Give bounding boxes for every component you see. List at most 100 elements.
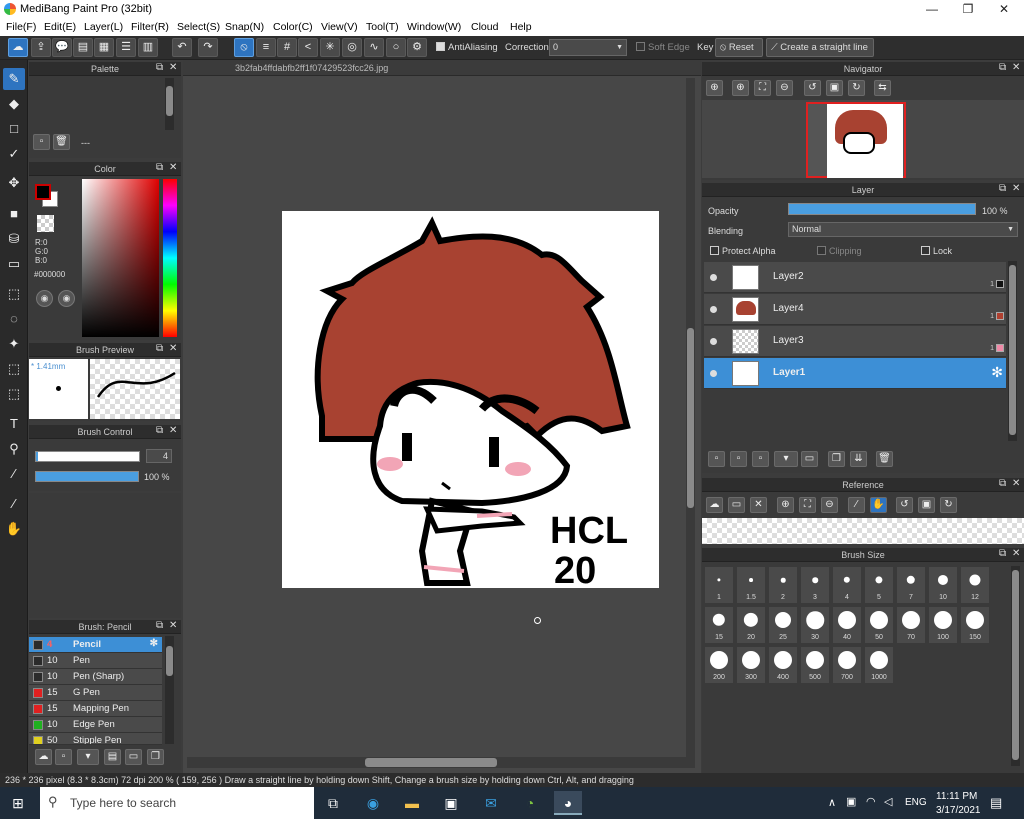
popout-icon[interactable]: ⧉ xyxy=(156,343,163,354)
add-brush-icon[interactable]: ▾ xyxy=(77,749,99,765)
hand-tool-icon[interactable]: ✋ xyxy=(3,518,25,540)
new-layer-1bit-icon[interactable]: ▫ xyxy=(752,451,769,467)
file-explorer-icon[interactable]: ▬ xyxy=(398,791,426,815)
bucket-tool-icon[interactable]: ⛁ xyxy=(3,228,25,250)
brush-size-value[interactable]: 4 xyxy=(146,449,172,463)
brush-tool-icon[interactable]: ✎ xyxy=(3,68,25,90)
search-box[interactable]: ⚲ Type here to search xyxy=(40,787,314,819)
select-pen-tool-icon[interactable]: ⬚ xyxy=(3,358,25,380)
brush-size-option[interactable]: 25 xyxy=(768,606,798,644)
gear-icon[interactable]: ✻ xyxy=(150,638,158,649)
brush-doc-icon[interactable]: ▤ xyxy=(104,749,121,765)
brush-list-scrollbar[interactable] xyxy=(165,636,174,744)
brush-opacity-slider[interactable] xyxy=(35,471,139,482)
hand-icon[interactable]: ✋ xyxy=(870,497,887,513)
clock-date[interactable]: 3/17/2021 xyxy=(936,805,981,816)
reference-view[interactable] xyxy=(702,518,1024,544)
folder-icon[interactable]: ▭ xyxy=(801,451,818,467)
antialiasing-checkbox[interactable]: AntiAliasing xyxy=(436,42,498,53)
menu-layer[interactable]: Layer(L) xyxy=(84,21,123,33)
brush-size-option[interactable]: 1000 xyxy=(864,646,894,684)
text-tool-icon[interactable]: T xyxy=(3,413,25,435)
layer-row-layer1[interactable]: Layer1 ✻ xyxy=(704,358,1006,389)
palette-close-icon[interactable]: ✕ xyxy=(169,62,177,73)
brush-size-option[interactable]: 7 xyxy=(896,566,926,604)
brush-item-mapping-pen[interactable]: 15 Mapping Pen xyxy=(29,701,162,717)
brush-size-option[interactable]: 200 xyxy=(704,646,734,684)
layer-scrollbar[interactable] xyxy=(1008,261,1017,441)
cloud-icon[interactable]: ☁ xyxy=(8,38,28,57)
delete-layer-icon[interactable]: 🗑 xyxy=(876,451,893,467)
brush-size-option[interactable]: 70 xyxy=(896,606,926,644)
snap-radial-icon[interactable]: ✳ xyxy=(320,38,340,57)
menu-help[interactable]: Help xyxy=(510,21,532,33)
eye-icon[interactable] xyxy=(710,370,717,377)
brush-size-close-icon[interactable]: ✕ xyxy=(1012,548,1020,559)
rotate-left-icon[interactable]: ↺ xyxy=(804,80,821,96)
menu-tool[interactable]: Tool(T) xyxy=(366,21,399,33)
snap-circle-icon[interactable]: ◎ xyxy=(342,38,362,57)
popout-icon[interactable]: ⧉ xyxy=(999,548,1006,559)
lasso-tool-icon[interactable]: ◌ xyxy=(3,308,25,330)
task-view-icon[interactable]: ⧉ xyxy=(319,791,347,815)
chevron-up-icon[interactable]: ∧ xyxy=(828,796,836,809)
operation-tool-icon[interactable]: ⚲ xyxy=(3,438,25,460)
brush-size-slider[interactable] xyxy=(35,451,140,462)
snap-settings-icon[interactable]: ⚙ xyxy=(407,38,427,57)
close-button[interactable]: ✕ xyxy=(986,0,1022,18)
brush-size-option[interactable]: 40 xyxy=(832,606,862,644)
redo-icon[interactable]: ↷ xyxy=(198,38,218,57)
brush-size-option[interactable]: 1.5 xyxy=(736,566,766,604)
delete-palette-icon[interactable]: 🗑 xyxy=(53,134,70,150)
new-brush-icon[interactable]: ▫ xyxy=(55,749,72,765)
eye-icon[interactable] xyxy=(710,274,717,281)
brush-size-option[interactable]: 500 xyxy=(800,646,830,684)
rotate-right-icon[interactable]: ↻ xyxy=(940,497,957,513)
eye-icon[interactable] xyxy=(710,306,717,313)
reference-close-icon[interactable]: ✕ xyxy=(1012,478,1020,489)
popout-icon[interactable]: ⧉ xyxy=(999,478,1006,489)
minimize-button[interactable]: — xyxy=(914,0,950,18)
cloud-brush-icon[interactable]: ☁ xyxy=(35,749,52,765)
grid-icon[interactable]: ▥ xyxy=(138,38,158,57)
brush-size-option[interactable]: 30 xyxy=(800,606,830,644)
magic-wand-tool-icon[interactable]: ✦ xyxy=(3,333,25,355)
zoom-in-icon[interactable]: ⊕ xyxy=(777,497,794,513)
color-wheel-icon[interactable]: ◉ xyxy=(36,290,53,307)
zoom-out-icon[interactable]: ⊖ xyxy=(821,497,838,513)
brush-size-option[interactable]: 150 xyxy=(960,606,990,644)
panel-icon[interactable]: ▤ xyxy=(73,38,93,57)
snap-ellipse-icon[interactable]: ○ xyxy=(386,38,406,57)
windows-start-icon[interactable]: ⊞ xyxy=(4,791,32,815)
brush-item-pen-sharp[interactable]: 10 Pen (Sharp) xyxy=(29,669,162,685)
document-icon[interactable]: ▦ xyxy=(94,38,114,57)
divide-tool-icon[interactable]: ⁄ xyxy=(3,463,25,485)
rotate-left-icon[interactable]: ↺ xyxy=(896,497,913,513)
hue-slider[interactable] xyxy=(163,179,177,337)
eraser-tool-icon[interactable]: ◆ xyxy=(3,93,25,115)
primary-color-swatch[interactable] xyxy=(35,184,51,200)
canvas-horizontal-scrollbar[interactable] xyxy=(187,757,695,768)
artboard[interactable]: HCL 20 xyxy=(282,211,659,592)
navigator-view[interactable] xyxy=(702,100,1024,178)
brush-list-close-icon[interactable]: ✕ xyxy=(169,620,177,631)
brush-size-option[interactable]: 12 xyxy=(960,566,990,604)
menu-color[interactable]: Color(C) xyxy=(273,21,313,33)
folder-icon[interactable]: ▭ xyxy=(125,749,142,765)
color-close-icon[interactable]: ✕ xyxy=(169,162,177,173)
new-layer-8bit-icon[interactable]: ▫ xyxy=(730,451,747,467)
layer-row-layer2[interactable]: Layer2 1 xyxy=(704,262,1006,293)
snap-vanish-icon[interactable]: < xyxy=(298,38,318,57)
zoom-in-icon[interactable]: ⊕ xyxy=(706,80,723,96)
navigator-close-icon[interactable]: ✕ xyxy=(1012,62,1020,73)
brush-preview-close-icon[interactable]: ✕ xyxy=(169,343,177,354)
canvas-vertical-scrollbar[interactable] xyxy=(686,78,695,757)
gradient-tool-icon[interactable]: ▭ xyxy=(3,253,25,275)
brush-size-option[interactable]: 1 xyxy=(704,566,734,604)
brush-size-option[interactable]: 4 xyxy=(832,566,862,604)
menu-filter[interactable]: Filter(R) xyxy=(131,21,169,33)
medibang-icon[interactable]: ◔ xyxy=(516,791,544,815)
fit-icon[interactable]: ⛶ xyxy=(754,80,771,96)
medibang-paint-icon[interactable]: ◕ xyxy=(554,791,582,815)
cloud-icon[interactable]: ☁ xyxy=(706,497,723,513)
